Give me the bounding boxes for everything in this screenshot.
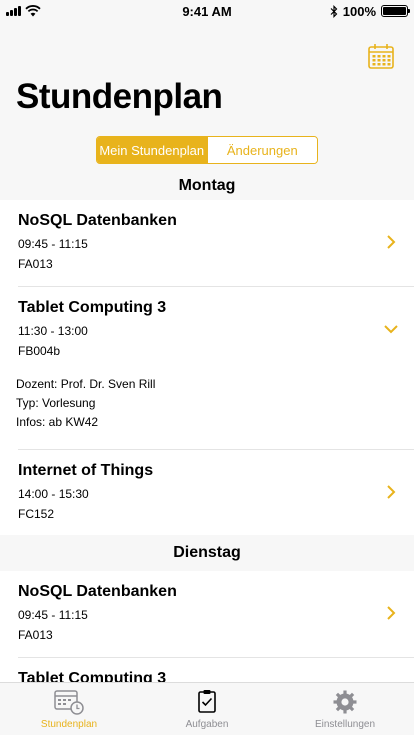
- lesson-time: 11:30 - 13:00: [18, 324, 88, 338]
- chevron-right-icon: [387, 606, 396, 620]
- bluetooth-icon: [330, 4, 338, 18]
- lesson-row-expanded[interactable]: Tablet Computing 3 11:30 - 13:00 FB004b …: [0, 287, 414, 450]
- section-header-montag: Montag: [0, 172, 414, 200]
- tab-label: Stundenplan: [40, 719, 98, 730]
- lesson-room: FB004b: [18, 344, 61, 358]
- lesson-title: Tablet Computing 3: [18, 299, 167, 316]
- lesson-time: 14:00 - 15:30: [18, 487, 89, 501]
- lesson-row[interactable]: NoSQL Datenbanken 09:45 - 11:15 FA013: [0, 571, 414, 658]
- lesson-title: Internet of Things: [18, 462, 154, 479]
- lesson-time: 09:45 - 11:15: [18, 608, 88, 622]
- chevron-right-icon: [387, 235, 396, 249]
- lesson-title: NoSQL Datenbanken: [18, 212, 177, 229]
- calendar-icon: [368, 44, 394, 69]
- tab-aufgaben[interactable]: Aufgaben: [138, 683, 276, 735]
- calendar-button[interactable]: [367, 42, 395, 70]
- gear-icon: [333, 690, 357, 714]
- wifi-icon: [25, 5, 41, 17]
- calendar-clock-icon: [54, 690, 84, 715]
- lesson-room: FC152: [18, 507, 55, 521]
- segment-aenderungen[interactable]: Änderungen: [206, 137, 317, 163]
- tab-stundenplan[interactable]: Stundenplan: [0, 683, 138, 735]
- tab-label: Einstellungen: [314, 719, 376, 730]
- page-title: Stundenplan: [16, 77, 223, 116]
- tab-label: Aufgaben: [185, 719, 229, 730]
- clipboard-check-icon: [198, 690, 216, 713]
- lesson-row[interactable]: Tablet Computing 3: [0, 658, 414, 682]
- segment-mein-stundenplan[interactable]: Mein Stundenplan: [97, 137, 207, 163]
- lesson-room: FA013: [18, 628, 53, 642]
- tab-einstellungen[interactable]: Einstellungen: [276, 683, 414, 735]
- battery-level: [383, 7, 406, 15]
- lesson-title: Tablet Computing 3: [18, 670, 167, 682]
- lesson-dozent: Dozent: Prof. Dr. Sven Rill: [16, 377, 156, 391]
- lesson-room: FA013: [18, 257, 53, 271]
- lesson-row[interactable]: NoSQL Datenbanken 09:45 - 11:15 FA013: [0, 200, 414, 287]
- chevron-right-icon: [387, 485, 396, 499]
- battery-icon: [381, 5, 410, 17]
- segmented-control: Mein Stundenplan Änderungen: [96, 136, 318, 164]
- lesson-title: NoSQL Datenbanken: [18, 583, 177, 600]
- timetable-list[interactable]: Montag NoSQL Datenbanken 09:45 - 11:15 F…: [0, 172, 414, 682]
- lesson-typ: Typ: Vorlesung: [16, 396, 96, 410]
- chevron-down-icon: [384, 325, 398, 334]
- lesson-row[interactable]: Internet of Things 14:00 - 15:30 FC152: [0, 450, 414, 535]
- tab-bar: Stundenplan Aufgaben Einstellungen: [0, 682, 414, 735]
- section-header-dienstag: Dienstag: [0, 539, 414, 567]
- lesson-details: Dozent: Prof. Dr. Sven Rill Typ: Vorlesu…: [16, 361, 396, 446]
- lesson-infos: Infos: ab KW42: [16, 415, 99, 429]
- battery-percent: 100%: [342, 3, 376, 19]
- status-bar: 9:41 AM 100%: [0, 0, 414, 22]
- lesson-time: 09:45 - 11:15: [18, 237, 88, 251]
- signal-icon: [6, 6, 21, 16]
